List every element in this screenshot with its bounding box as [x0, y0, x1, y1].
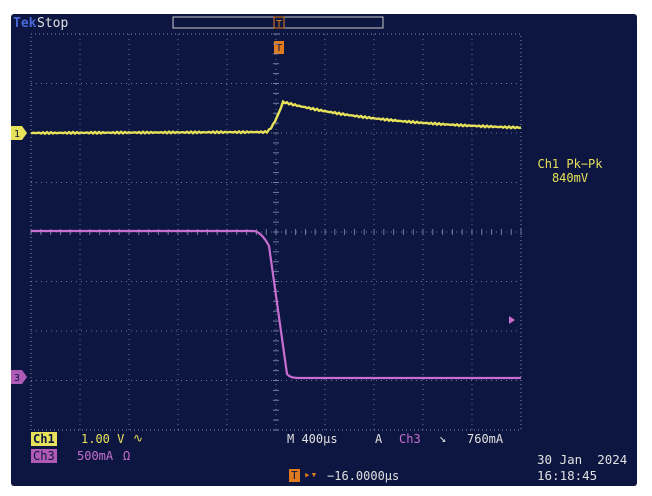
ch3-marker-icon: 3 [11, 370, 27, 384]
measurement-label: Ch1 Pk−Pk [537, 157, 603, 171]
trigger-marker-top: T [276, 19, 282, 30]
brand-logo: Tek [13, 16, 37, 31]
ch1-waveform [30, 99, 522, 136]
trigger-position-label: T [276, 43, 282, 54]
trigger-level-icon [509, 316, 515, 324]
ch1-marker-icon: 1 [11, 126, 27, 140]
trigger-slope-icon: ↘ [439, 431, 447, 445]
ch3-channel-badge: Ch3 [31, 449, 57, 463]
ch1-coupling-icon: ∿ [133, 431, 144, 445]
position-arrow-icon: ▸▾ [304, 468, 318, 481]
acquisition-status: Stop [37, 16, 69, 31]
trigger-mode: A [375, 432, 383, 446]
horizontal-position: −16.0000µs [327, 469, 400, 483]
measurement-value: 840mV [551, 171, 589, 185]
ch1-channel-badge: Ch1 [31, 432, 57, 446]
ch1-scale: 1.00 V [81, 432, 125, 446]
waveform-display: T T 1 3 [11, 16, 522, 431]
date-display: 30 Jan 2024 [537, 452, 628, 467]
time-display: 16:18:45 [537, 468, 598, 483]
ch1-marker-label: 1 [14, 129, 20, 140]
ch3-scale: 500mA [77, 449, 114, 463]
oscilloscope-screen: T T 1 3 Tek Stop Ch1 Pk−Pk 840mV Ch1 1.0… [11, 14, 637, 486]
ch3-coupling-icon: Ω [123, 449, 131, 463]
trigger-source: Ch3 [399, 432, 421, 446]
ch3-marker-label: 3 [14, 373, 20, 384]
trigger-level: 760mA [467, 432, 504, 446]
horizontal-position-icon: T [289, 469, 300, 482]
timebase-scale: M 400µs [287, 432, 338, 446]
